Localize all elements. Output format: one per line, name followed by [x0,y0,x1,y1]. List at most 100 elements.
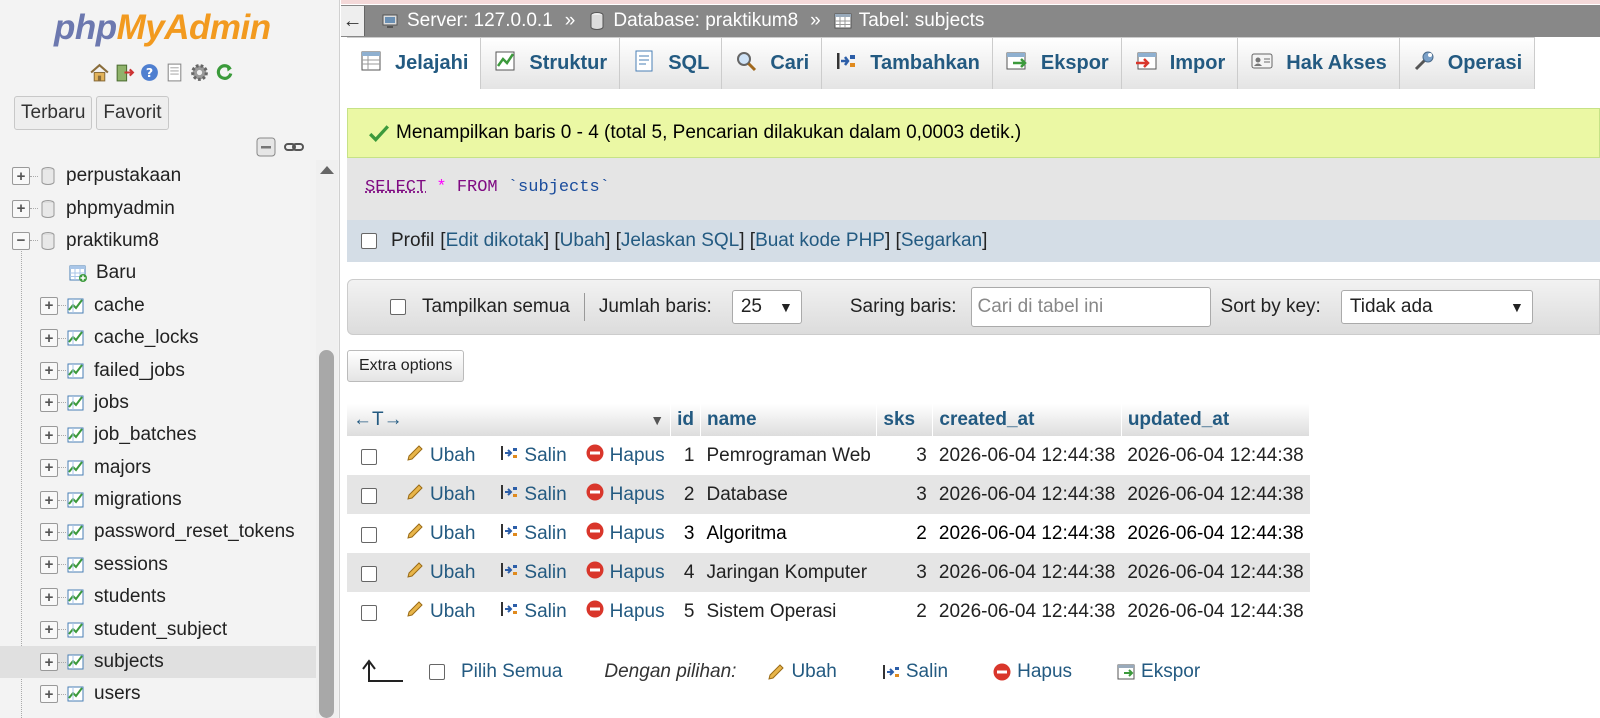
expand-icon[interactable]: + [40,588,58,607]
expand-icon[interactable]: + [40,555,58,574]
row-delete-button[interactable]: Hapus [585,443,665,469]
row-edit-button[interactable]: Ubah [405,599,475,625]
cell-id[interactable]: 1 [670,436,701,475]
bulk-export-button[interactable]: Ekspor [1116,661,1200,683]
tree-table-subjects[interactable]: + subjects [0,645,316,679]
row-edit-button[interactable]: Ubah [405,482,475,508]
cell-sks[interactable]: 3 [876,436,933,475]
expand-icon[interactable]: + [40,296,58,315]
cell-updated-at[interactable]: 2026-06-04 12:44:38 [1121,514,1310,553]
tab-struktur[interactable]: Struktur [481,37,621,89]
tree-table-cache-locks[interactable]: + cache_locks [0,322,316,354]
breadcrumb-database[interactable]: Database: praktikum8 [587,10,798,32]
tab-cari[interactable]: Cari [722,37,823,89]
row-edit-button[interactable]: Ubah [405,560,475,586]
edit-inline-link[interactable]: Edit dikotak [446,230,544,252]
reload-icon[interactable] [213,61,235,83]
cell-created-at[interactable]: 2026-06-04 12:44:38 [932,475,1122,514]
settings-icon[interactable] [188,61,210,83]
column-updated-at[interactable]: updated_at [1121,404,1311,436]
expand-icon[interactable]: + [40,620,58,639]
row-checkbox[interactable] [361,605,377,622]
cell-created-at[interactable]: 2026-06-04 12:44:38 [932,553,1122,592]
tab-operasi[interactable]: Operasi [1399,37,1536,89]
back-arrow-icon[interactable]: ← [341,6,365,36]
sql-query-box[interactable]: SELECT * FROM `subjects` [347,158,1600,220]
explain-sql-link[interactable]: Jelaskan SQL [621,230,739,252]
help-icon[interactable]: ? [138,61,160,83]
expand-icon[interactable]: + [40,653,58,672]
cell-name[interactable]: Jaringan Komputer [700,553,877,592]
scroll-up-arrow[interactable] [320,166,334,174]
extra-options-button[interactable]: Extra options [347,350,465,382]
docs-icon[interactable] [163,61,185,83]
cell-sks[interactable]: 2 [876,592,933,631]
tree-table-migrations[interactable]: + migrations [0,484,316,516]
cell-sks[interactable]: 3 [876,475,933,514]
column-sks[interactable]: sks [876,404,934,436]
row-delete-button[interactable]: Hapus [585,482,665,508]
tab-impor[interactable]: Impor [1121,37,1239,89]
row-copy-button[interactable]: Salin [499,521,567,547]
tab-sql[interactable]: SQL [620,37,723,89]
collapse-all-icon[interactable] [255,136,277,163]
row-checkbox[interactable] [361,449,377,466]
tree-table-students[interactable]: + students [0,581,316,613]
link-with-main-icon[interactable] [283,136,305,163]
tab-jelajahi[interactable]: Jelajahi [347,37,482,89]
table-row[interactable]: Ubah Salin Hapus 4 Jaringan Komputer 3 2026-06… [347,553,1310,592]
tab-tambahkan[interactable]: Tambahkan [822,37,993,89]
scroll-thumb[interactable] [319,350,334,718]
home-icon[interactable] [88,61,110,83]
edit-link[interactable]: Ubah [560,230,605,252]
breadcrumb-table[interactable]: Tabel: subjects [833,10,984,32]
cell-id[interactable]: 3 [670,514,701,553]
cell-sks[interactable]: 3 [876,553,933,592]
row-checkbox[interactable] [361,488,377,505]
cell-id[interactable]: 2 [670,475,701,514]
expand-icon[interactable]: + [40,458,58,477]
table-row[interactable]: Ubah Salin Hapus 5 Sistem Operasi 2 2026-06-04… [347,592,1310,631]
tree-table-cache[interactable]: + cache [0,290,316,322]
cell-created-at[interactable]: 2026-06-04 12:44:38 [932,514,1122,553]
cell-created-at[interactable]: 2026-06-04 12:44:38 [932,436,1122,475]
cell-sks[interactable]: 2 [876,514,933,553]
nav-scrollbar[interactable] [316,160,338,718]
favorite-button[interactable]: Favorit [96,96,169,130]
column-created-at[interactable]: created_at [932,404,1122,436]
column-name[interactable]: name [700,404,878,436]
cell-id[interactable]: 4 [670,553,701,592]
row-copy-button[interactable]: Salin [499,482,567,508]
rows-select[interactable]: 25 ▼ [731,290,802,324]
row-edit-button[interactable]: Ubah [405,521,475,547]
row-delete-button[interactable]: Hapus [585,599,665,625]
logout-icon[interactable] [113,61,135,83]
row-delete-button[interactable]: Hapus [585,560,665,586]
expand-icon[interactable]: + [12,199,30,218]
row-copy-button[interactable]: Salin [499,443,567,469]
tree-new-table[interactable]: Baru [0,257,316,289]
bulk-copy-button[interactable]: Salin [881,661,948,683]
tree-table-password-reset-tokens[interactable]: + password_reset_tokens [0,516,316,548]
column-id[interactable]: id [670,404,701,436]
cell-created-at[interactable]: 2026-06-04 12:44:38 [932,592,1122,631]
column-resize-icon[interactable]: ←T→ [353,409,403,431]
tree-db-praktikum8[interactable]: − praktikum8 [0,225,316,257]
table-row[interactable]: Ubah Salin Hapus 1 Pemrograman Web 3 2026-06-0… [347,436,1310,475]
row-copy-button[interactable]: Salin [499,599,567,625]
phpmyadmin-logo[interactable]: phpMyAdmin [54,8,271,48]
tab-ekspor[interactable]: Ekspor [992,37,1122,89]
show-all-checkbox[interactable] [390,299,406,315]
tree-table-student-subject[interactable]: + student_subject [0,613,316,645]
cell-updated-at[interactable]: 2026-06-04 12:44:38 [1121,436,1310,475]
expand-icon[interactable]: + [40,685,58,704]
tree-table-users[interactable]: + users [0,678,316,710]
row-delete-button[interactable]: Hapus [585,521,665,547]
refresh-link[interactable]: Segarkan [901,230,982,252]
table-row[interactable]: Ubah Salin Hapus 2 Database 3 2026-06-04 12:44… [347,475,1310,514]
tree-table-majors[interactable]: + majors [0,452,316,484]
select-all-checkbox[interactable] [429,664,445,680]
expand-icon[interactable]: + [40,523,58,542]
expand-icon[interactable]: + [40,491,58,510]
cell-name[interactable]: Sistem Operasi [700,592,877,631]
